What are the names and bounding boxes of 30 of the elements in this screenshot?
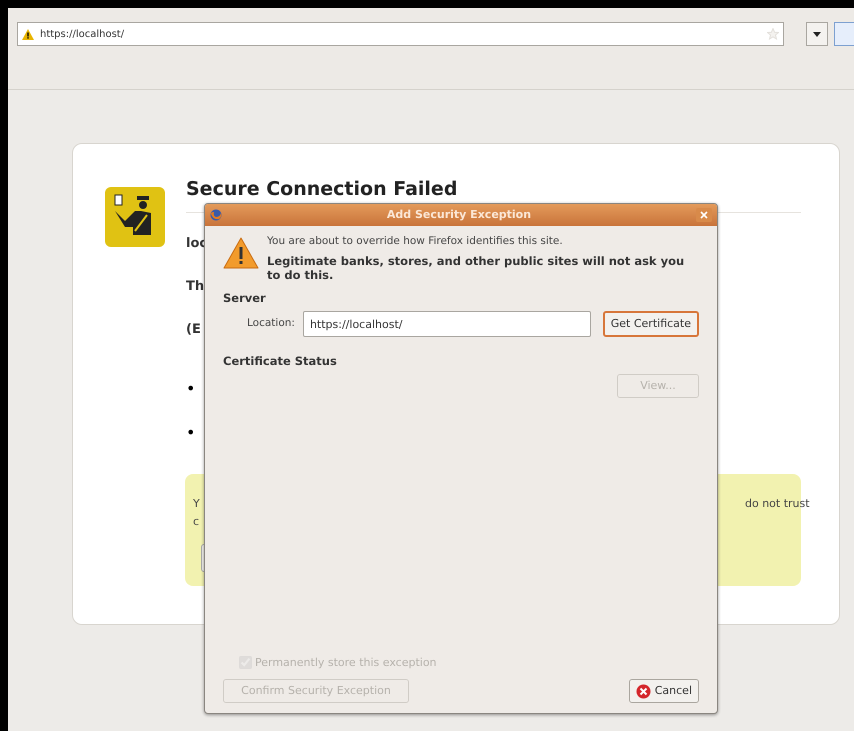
star-icon[interactable] — [767, 28, 780, 40]
get-certificate-button[interactable]: Get Certificate — [602, 311, 699, 337]
firefox-icon — [210, 209, 222, 221]
warning-text: c — [193, 514, 200, 530]
warning-text: do not trust — [745, 496, 810, 512]
url-text: https://localhost/ — [40, 28, 124, 42]
caret-icon — [813, 32, 822, 36]
checkbox-label: Permanently store this exception — [255, 654, 437, 670]
bullet-mark: • — [186, 378, 196, 400]
cancel-button[interactable]: Cancel — [628, 679, 699, 703]
dialog-title: Add Security Exception — [386, 206, 532, 223]
warning-icon — [223, 237, 259, 269]
warning-text: Legitimate banks, stores, and other public sites will not ask you to do this. — [267, 254, 686, 282]
field-label: Location: — [247, 316, 295, 332]
section-heading: Certificate Status — [223, 353, 338, 370]
search-engine-button[interactable] — [834, 22, 854, 46]
cancel-icon — [636, 684, 651, 698]
dropdown-button[interactable] — [806, 22, 828, 46]
section-heading: Server — [223, 290, 267, 307]
bullet-mark: • — [186, 422, 196, 444]
close-icon[interactable] — [696, 208, 712, 222]
message-text: You are about to override how Firefox identifies this site. — [267, 234, 564, 249]
warning-text: Y — [193, 496, 200, 512]
location-field[interactable]: https://localhost/ — [302, 311, 591, 337]
paragraph-text: (E — [186, 321, 201, 339]
paragraph-text: Th — [186, 278, 204, 296]
url-bar[interactable]: https://localhost/ — [17, 22, 784, 46]
error-title: Secure Connection Failed — [186, 178, 458, 200]
police-officer-icon — [105, 187, 165, 247]
warning-icon — [22, 28, 34, 40]
